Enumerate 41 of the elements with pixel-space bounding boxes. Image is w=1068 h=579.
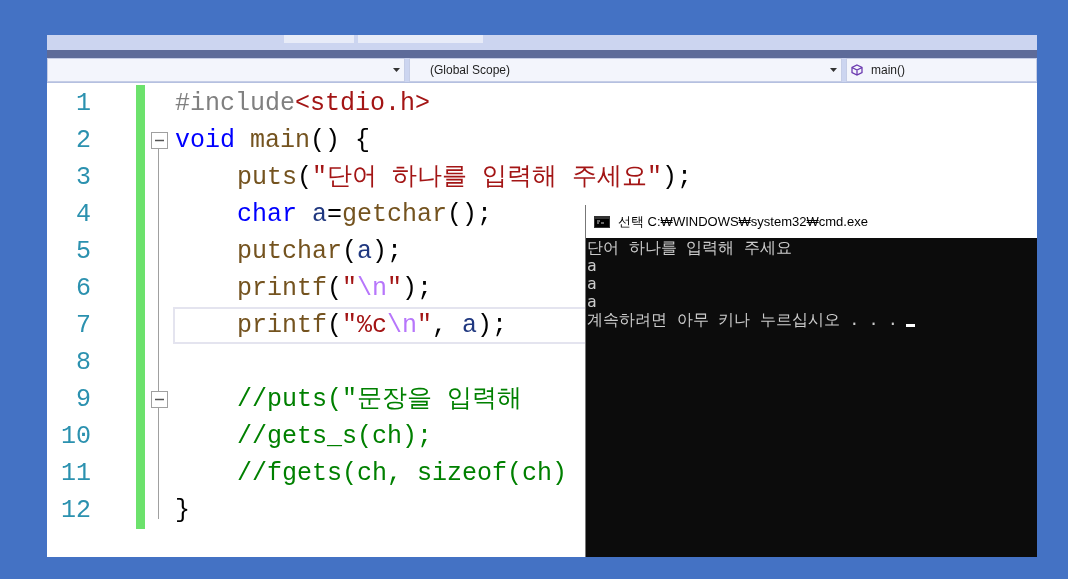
code-line: #include<stdio.h> bbox=[175, 91, 431, 116]
line-number: 9 bbox=[76, 387, 91, 412]
collapse-icon[interactable] bbox=[150, 391, 168, 408]
line-number: 11 bbox=[61, 461, 91, 486]
caret-icon bbox=[830, 68, 837, 72]
tab[interactable] bbox=[358, 35, 483, 43]
console-output-line: 단어 하나를 입력해 주세요 bbox=[587, 239, 792, 257]
console-output-line: a bbox=[587, 293, 597, 311]
tab[interactable] bbox=[284, 35, 354, 43]
line-number: 2 bbox=[76, 128, 91, 153]
line-number: 8 bbox=[76, 350, 91, 375]
collapse-icon[interactable] bbox=[150, 132, 168, 149]
code-line: //puts("문장을 입력해 bbox=[237, 387, 523, 412]
line-number: 12 bbox=[61, 498, 91, 523]
console-output-line: a bbox=[587, 257, 597, 275]
code-line: puts("단어 하나를 입력해 주세요"); bbox=[237, 165, 693, 190]
code-line: } bbox=[175, 498, 190, 523]
console-output-line: a bbox=[587, 275, 597, 293]
console-icon bbox=[594, 215, 610, 228]
code-line: printf("%c\n", a); bbox=[237, 313, 508, 338]
code-line: putchar(a); bbox=[237, 239, 403, 264]
code-line: //gets_s(ch); bbox=[237, 424, 433, 449]
code-line: //fgets(ch, sizeof(ch) bbox=[237, 461, 568, 486]
caret-icon bbox=[393, 68, 400, 72]
code-line: char a=getchar(); bbox=[237, 202, 493, 227]
line-number: 3 bbox=[76, 165, 91, 190]
line-number: 1 bbox=[76, 91, 91, 116]
cube-icon bbox=[851, 64, 863, 76]
line-number: 7 bbox=[76, 313, 91, 338]
line-number: 5 bbox=[76, 239, 91, 264]
console-output-line: 계속하려면 아무 키나 누르십시오 . . . bbox=[587, 311, 898, 329]
member-dropdown[interactable]: main() bbox=[846, 58, 1037, 82]
line-number: 10 bbox=[61, 424, 91, 449]
code-line: void main() { bbox=[175, 128, 371, 153]
line-number: 4 bbox=[76, 202, 91, 227]
file-dropdown[interactable] bbox=[47, 58, 405, 82]
line-number: 6 bbox=[76, 276, 91, 301]
window-title: 선택 C:₩WINDOWS₩system32₩cmd.exe bbox=[618, 212, 868, 231]
scope-dropdown[interactable]: (Global Scope) bbox=[409, 58, 842, 82]
text-cursor bbox=[905, 324, 915, 327]
code-line: printf("\n"); bbox=[237, 276, 433, 301]
